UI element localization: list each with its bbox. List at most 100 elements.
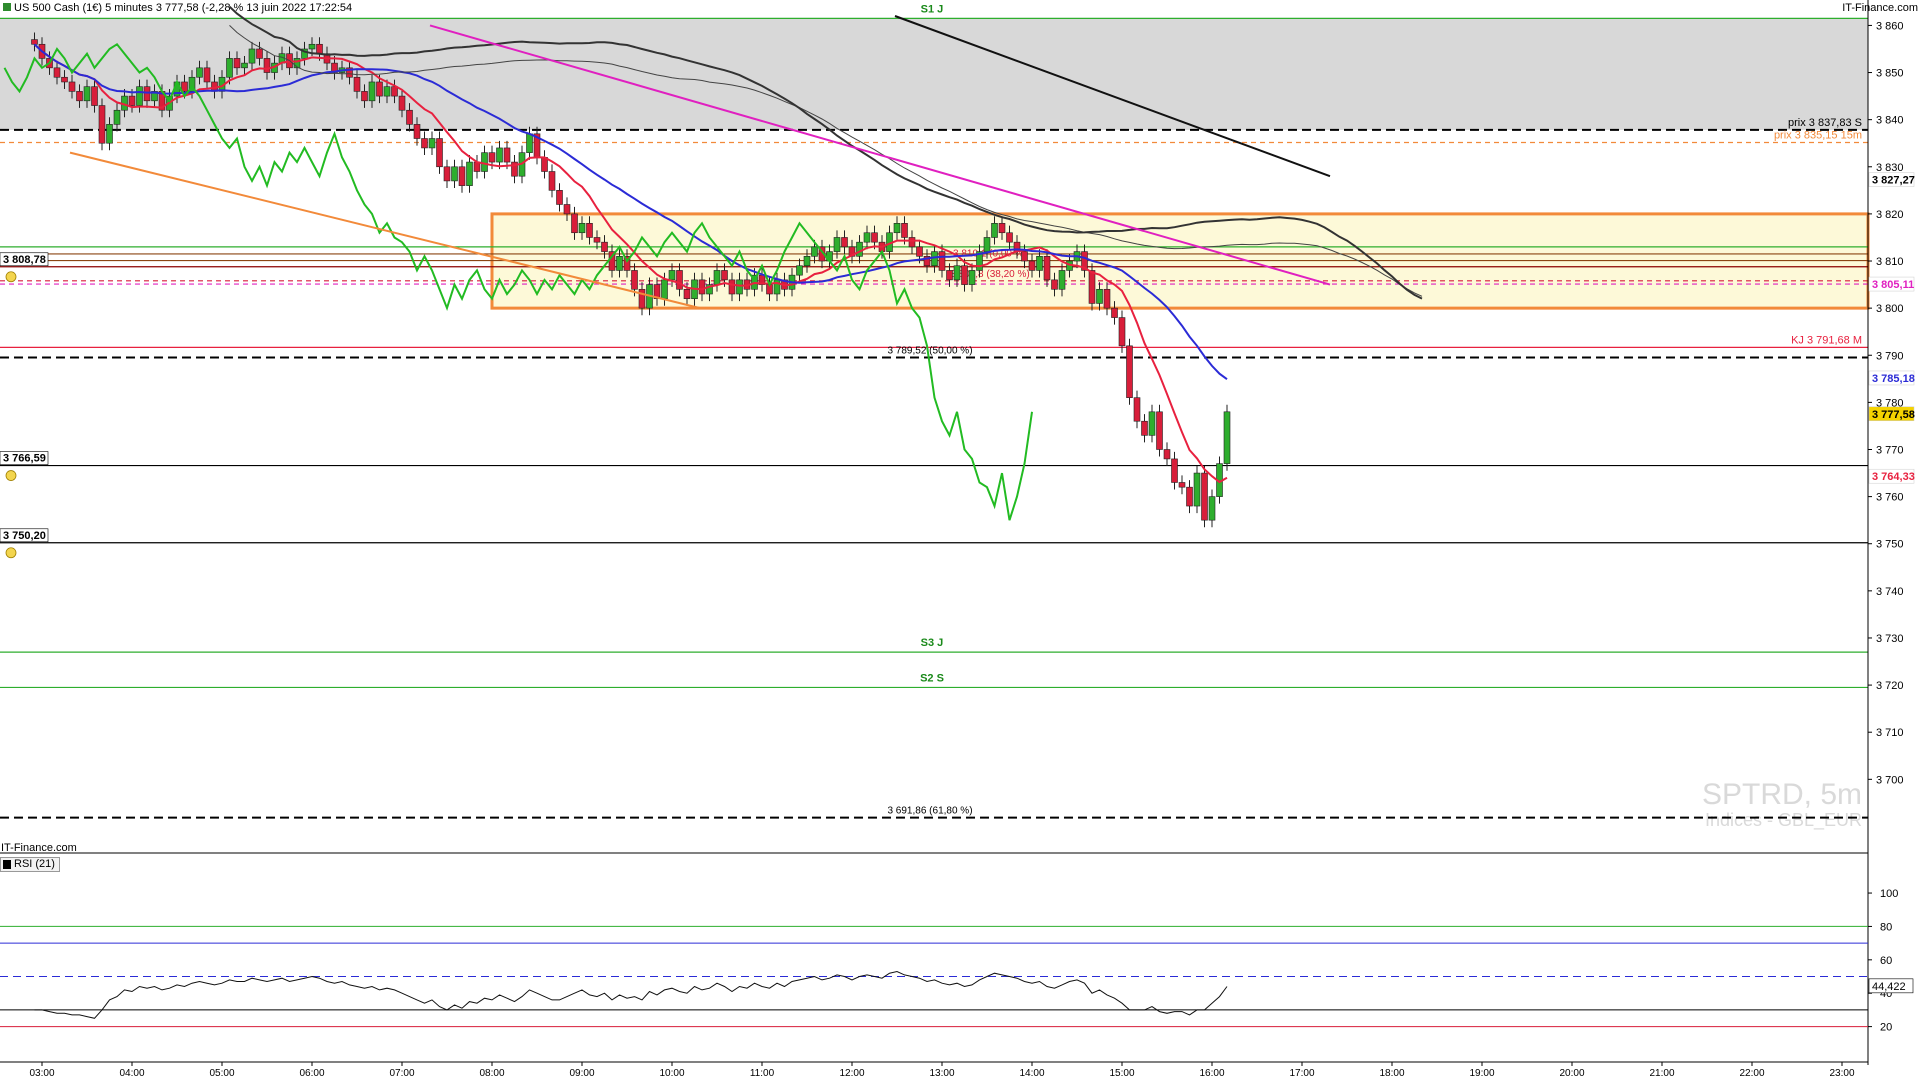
price-badge-text: 3 827,27: [1872, 175, 1915, 187]
candle: [241, 62, 248, 69]
candle: [488, 152, 496, 163]
x-tick-label: 14:00: [1019, 1068, 1044, 1079]
candle: [383, 86, 391, 97]
candle: [871, 232, 878, 243]
candle: [833, 237, 841, 252]
candle: [631, 270, 638, 290]
candle: [983, 237, 991, 252]
candle: [863, 232, 871, 243]
candle: [901, 223, 908, 238]
candle: [1201, 472, 1208, 521]
alert-bell-icon: [5, 271, 17, 283]
candle: [98, 105, 106, 144]
candle: [773, 279, 781, 295]
y-tick-label: 3 810: [1876, 256, 1904, 268]
rsi-y-tick-label: 80: [1880, 921, 1892, 933]
candle: [181, 81, 188, 92]
x-tick-label: 16:00: [1199, 1068, 1224, 1079]
candle: [308, 43, 316, 50]
candle: [1133, 397, 1141, 422]
candle: [136, 86, 143, 106]
candle: [196, 67, 203, 78]
pivot-label: S2 S: [920, 672, 944, 684]
candle: [1111, 307, 1118, 318]
candle: [466, 161, 473, 186]
candle: [1178, 482, 1186, 488]
candle: [803, 256, 811, 267]
level-label: KJ 3 791,68 M: [1791, 334, 1862, 346]
candle: [263, 58, 271, 73]
level-label: prix 3 837,83 S: [1788, 117, 1862, 129]
candle: [376, 81, 383, 97]
y-tick-label: 3 740: [1876, 586, 1904, 598]
candle: [1156, 411, 1163, 450]
rsi-y-tick-label: 60: [1880, 955, 1892, 967]
rsi-badge-text: 44,422: [1872, 981, 1906, 993]
y-tick-label: 3 860: [1876, 20, 1904, 32]
y-tick-label: 3 850: [1876, 68, 1904, 80]
candle: [203, 67, 211, 83]
candle: [1028, 260, 1036, 271]
left-badge-text: 3 766,59: [3, 453, 46, 465]
price-badge-text: 3 764,33: [1872, 471, 1915, 483]
price-chart[interactable]: prix 3 837,83 Sprix 3 835,15 15m3 805,8 …: [0, 0, 1920, 1080]
candle: [601, 241, 608, 252]
x-tick-label: 20:00: [1559, 1068, 1584, 1079]
candle: [53, 67, 61, 78]
price-badge-text: 3 777,58: [1872, 409, 1915, 421]
candle: [458, 166, 466, 186]
x-tick-label: 06:00: [299, 1068, 324, 1079]
left-badge-text: 3 750,20: [3, 530, 46, 542]
candle: [586, 223, 593, 238]
x-tick-label: 13:00: [929, 1068, 954, 1079]
level-label: prix 3 835,15 15m: [1774, 130, 1862, 142]
candle: [31, 39, 38, 45]
ichimoku-cloud-band: [0, 18, 1868, 130]
candle: [856, 241, 863, 257]
candle: [676, 270, 683, 290]
candle: [908, 237, 916, 248]
x-tick-label: 18:00: [1379, 1068, 1404, 1079]
alert-bell-icon: [5, 547, 17, 559]
candle: [1058, 270, 1066, 290]
x-tick-label: 07:00: [389, 1068, 414, 1079]
candle: [503, 147, 511, 163]
candle: [961, 265, 968, 285]
candle: [91, 86, 98, 106]
candle: [68, 81, 76, 92]
candle: [893, 223, 901, 234]
candle: [998, 223, 1006, 234]
candle: [398, 95, 406, 111]
candle: [1021, 251, 1028, 262]
candle: [76, 91, 83, 102]
y-tick-label: 3 770: [1876, 444, 1904, 456]
candle: [1171, 458, 1178, 483]
x-tick-label: 11:00: [750, 1068, 775, 1079]
candle: [421, 138, 428, 149]
candle: [916, 246, 923, 257]
x-tick-label: 21:00: [1649, 1068, 1674, 1079]
y-tick-label: 3 720: [1876, 680, 1904, 692]
candle: [1163, 449, 1171, 460]
candle: [406, 109, 413, 125]
candle: [226, 58, 233, 78]
candle: [128, 95, 136, 106]
candle: [1126, 345, 1133, 398]
x-tick-label: 09:00: [569, 1068, 594, 1079]
y-tick-label: 3 760: [1876, 492, 1904, 504]
candle: [938, 251, 946, 271]
candle: [593, 237, 601, 243]
candle: [616, 256, 623, 271]
candle: [143, 86, 151, 102]
candle: [1043, 256, 1051, 281]
x-tick-label: 03:00: [29, 1068, 54, 1079]
candle: [1186, 486, 1193, 507]
candle: [1006, 232, 1013, 243]
candle: [841, 237, 848, 248]
candle: [61, 76, 68, 83]
price-badge-text: 3 805,11: [1872, 279, 1914, 291]
candle: [796, 265, 803, 276]
y-tick-label: 3 700: [1876, 774, 1904, 786]
candle: [1118, 317, 1126, 347]
fib-label: 3 691,86 (61,80 %): [887, 806, 972, 817]
